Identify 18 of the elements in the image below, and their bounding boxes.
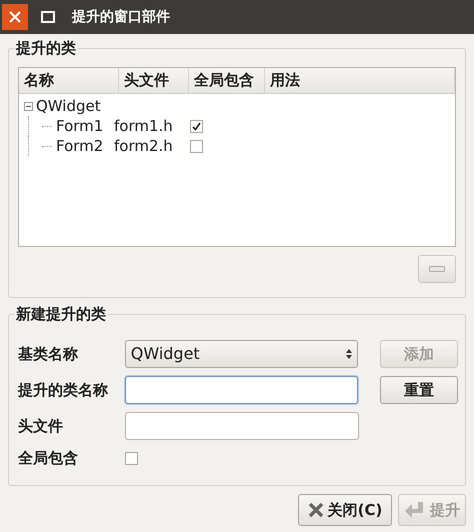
tree-item[interactable]: Form1 bbox=[56, 114, 114, 138]
column-header[interactable]: 全局包含 bbox=[189, 68, 265, 93]
reset-button[interactable]: 重置 bbox=[380, 376, 458, 404]
window-title: 提升的窗口部件 bbox=[72, 8, 170, 26]
column-header[interactable]: 头文件 bbox=[119, 68, 189, 93]
column-header[interactable]: 用法 bbox=[265, 68, 455, 93]
close-button[interactable]: 关闭(C) bbox=[298, 494, 392, 526]
base-class-dropdown[interactable]: QWidget bbox=[124, 340, 358, 368]
header-cell-text: form2.h bbox=[114, 136, 174, 157]
tree-item[interactable]: Form2 bbox=[56, 134, 114, 158]
field-label: 提升的类名称 bbox=[18, 380, 109, 401]
class-tree[interactable]: 名称 头文件 全局包含 用法 QWidget Form1 form1.h Form2 form2.h bbox=[18, 67, 456, 247]
field-label: 全局包含 bbox=[18, 448, 79, 469]
field-label: 基类名称 bbox=[18, 344, 79, 365]
field-label: 头文件 bbox=[18, 416, 64, 437]
tree-item[interactable]: QWidget bbox=[36, 94, 101, 118]
column-header[interactable]: 名称 bbox=[19, 68, 119, 93]
header-cell-text: form1.h bbox=[114, 116, 174, 137]
